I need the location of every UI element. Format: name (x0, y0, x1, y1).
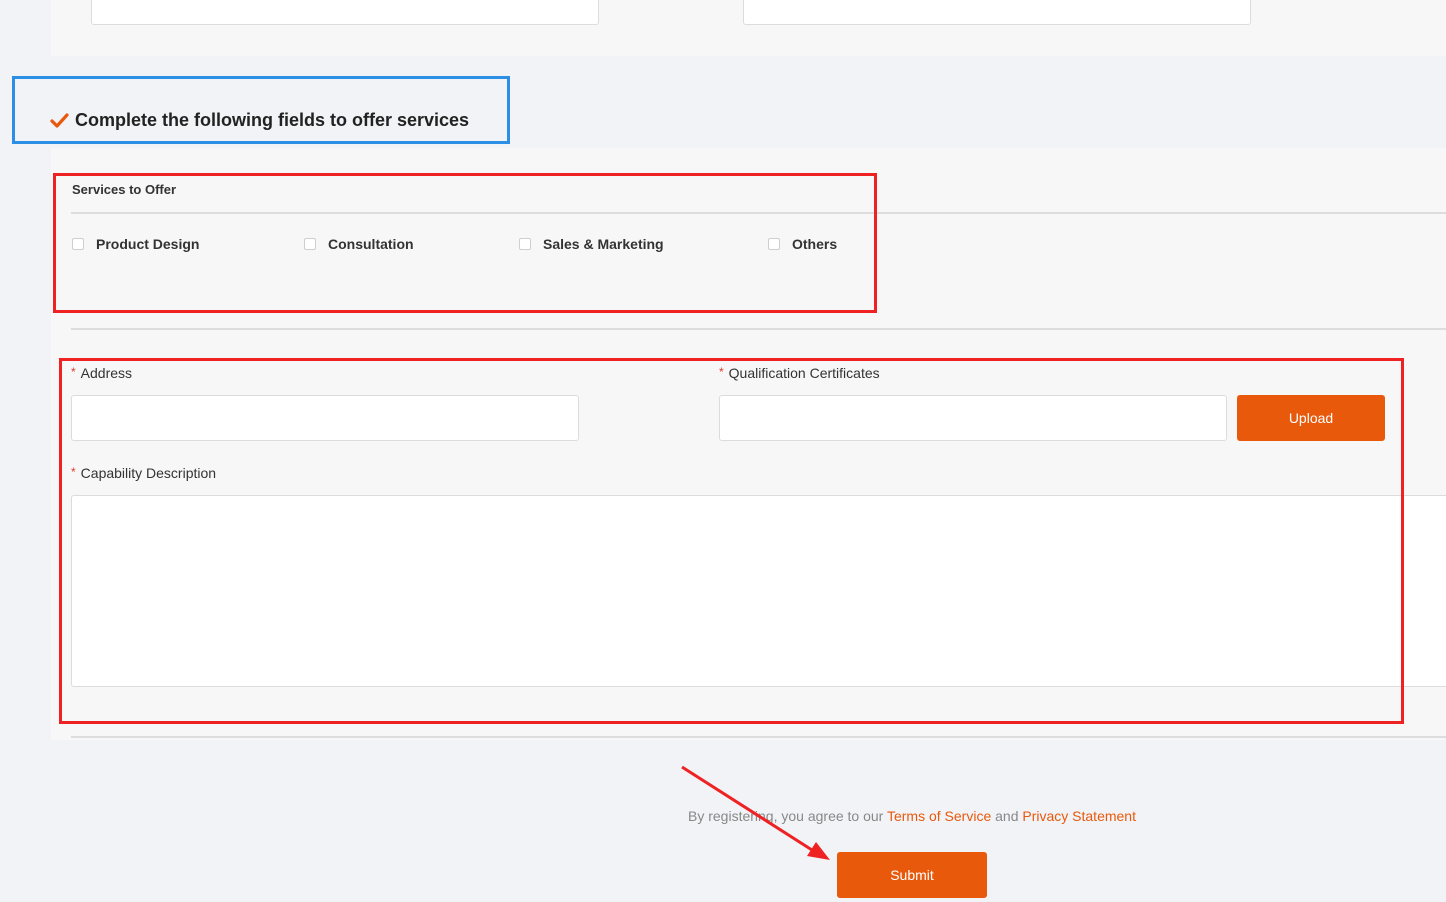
annotation-arrow-icon (681, 765, 830, 860)
submit-button[interactable]: Submit (837, 852, 987, 898)
